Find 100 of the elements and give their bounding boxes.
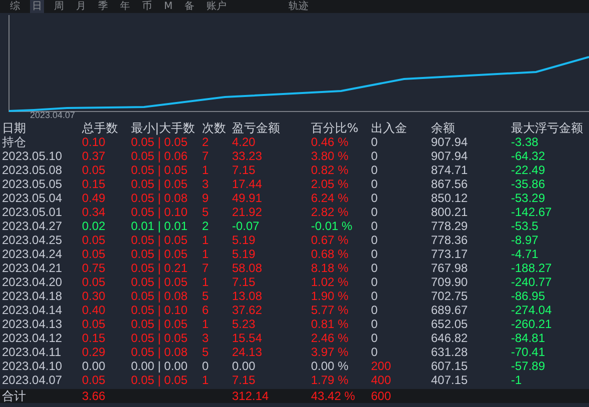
table-cell-text: 312.14	[232, 389, 270, 403]
table-cell-text: 850.12	[431, 191, 469, 205]
tab[interactable]: M	[162, 0, 175, 13]
tab[interactable]: 币	[140, 0, 154, 13]
table-cell-text: 1	[202, 317, 210, 331]
table-cell-text: 0.05 | 0.05	[131, 275, 188, 289]
table-cell-text: 1.02 %	[311, 275, 350, 289]
table-cell-text: -57.89	[511, 359, 546, 373]
column-header: 盈亏金额	[232, 121, 281, 135]
date-cell-text: 2023.04.18	[2, 289, 64, 303]
tab[interactable]: 年	[118, 0, 132, 13]
table-cell-text: 767.98	[431, 261, 469, 275]
table-cell-text: 0	[371, 247, 379, 261]
column-header: 百分比%	[311, 121, 360, 135]
table-cell-text: 6	[202, 303, 210, 317]
table-cell-text: 907.94	[431, 135, 469, 149]
table-cell-text: 1.79 %	[311, 373, 350, 387]
date-cell-text: 2023.04.21	[2, 261, 64, 275]
table-cell-text: 874.71	[431, 163, 469, 177]
table-cell-text: 3.66	[82, 389, 106, 403]
table-cell-text: -1	[511, 373, 523, 387]
table-cell-text: 4.20	[232, 135, 256, 149]
table-cell-text: 778.36	[431, 233, 469, 247]
date-cell-text: 2023.04.25	[2, 233, 64, 247]
table-cell-text: 0.15	[82, 177, 106, 191]
table-cell-text: 0.05 | 0.05	[131, 373, 188, 387]
table-cell-text: 0.05	[82, 233, 106, 247]
table-cell-text: 0	[371, 303, 379, 317]
table-cell-text: 0.81 %	[311, 317, 350, 331]
table-cell-text: 37.62	[232, 303, 264, 317]
table-cell-text: 13.08	[232, 289, 264, 303]
table-cell-text: -22.49	[511, 163, 546, 177]
table-cell-text: 0.46 %	[311, 135, 350, 149]
table-cell-text: 0	[371, 191, 379, 205]
table-cell-text: 24.13	[232, 345, 264, 359]
table-cell-text: 709.90	[431, 275, 469, 289]
table-cell-text: 0.30	[82, 289, 106, 303]
table-cell-text: 0.05 | 0.05	[131, 317, 188, 331]
tab[interactable]: 轨迹	[286, 0, 311, 13]
table-cell-text: 0.67 %	[311, 233, 350, 247]
table-cell-text: 0	[371, 289, 379, 303]
table-cell-text: 0.82 %	[311, 163, 350, 177]
table-cell-text: 0.05 | 0.05	[131, 233, 188, 247]
table-cell-text: 0.02	[82, 219, 106, 233]
table-cell-text: -3.38	[511, 135, 540, 149]
table-cell-text: 2.46 %	[311, 331, 350, 345]
table-cell-text: 407.15	[431, 373, 469, 387]
table-cell-text: 600	[371, 389, 392, 403]
table-cell-text: 0	[371, 331, 379, 345]
tab[interactable]: 周	[52, 0, 66, 13]
column-header: 出入金	[371, 121, 408, 135]
date-cell-text: 2023.05.04	[2, 191, 64, 205]
table-cell-text: 15.54	[232, 331, 264, 345]
table-cell-text: 0.05 | 0.05	[131, 163, 188, 177]
table-cell-text: 0.00	[232, 359, 256, 373]
date-cell-text: 2023.04.14	[2, 303, 64, 317]
date-cell-text: 2023.04.12	[2, 331, 64, 345]
column-header: 最大浮亏金额	[511, 121, 584, 135]
table-cell-text: 0	[202, 359, 210, 373]
table-cell-text: 3.97 %	[311, 345, 350, 359]
tab[interactable]: 季	[96, 0, 110, 13]
tab[interactable]: 备	[182, 0, 197, 13]
table-cell-text: 0.05 | 0.08	[131, 345, 188, 359]
table-cell-text: 58.08	[232, 261, 264, 275]
tab[interactable]: 账户	[204, 0, 229, 13]
date-cell-text: 2023.05.08	[2, 163, 64, 177]
table-cell-text: 0.05 | 0.06	[131, 149, 188, 163]
table-cell-text: 0.05 | 0.21	[131, 261, 188, 275]
table-cell-text: 43.42 %	[311, 389, 356, 403]
table-cell-text: 5.19	[232, 247, 256, 261]
table-cell-text: 0.05 | 0.05	[131, 247, 188, 261]
table-cell-text: 2.82 %	[311, 205, 350, 219]
date-cell-text: 2023.05.05	[2, 177, 64, 191]
table-cell-text: 200	[371, 359, 392, 373]
table-cell-text: 0	[371, 261, 379, 275]
date-cell-text: 2023.05.10	[2, 149, 64, 163]
table-cell-text: 0	[371, 177, 379, 191]
tab[interactable]: 月	[74, 0, 88, 13]
table-cell-text: 0.00 | 0.00	[131, 359, 188, 373]
column-header: 最小|大手数	[131, 121, 196, 135]
table-cell-text: -35.86	[511, 177, 546, 191]
table-cell-text: 0.37	[82, 149, 106, 163]
column-header: 总手数	[82, 121, 119, 135]
table-cell-text: 0	[371, 163, 379, 177]
tab[interactable]: 日	[30, 0, 44, 13]
table-cell-text: 1.90 %	[311, 289, 350, 303]
table-cell-text: -240.77	[511, 275, 553, 289]
table-cell-text: 0.10	[82, 135, 106, 149]
table-cell-text: 0.00 %	[311, 359, 350, 373]
table-cell-text: 773.17	[431, 247, 469, 261]
table-cell-text: -70.41	[511, 345, 546, 359]
table-cell-text: 1	[202, 275, 210, 289]
table-cell-text: 49.91	[232, 191, 264, 205]
date-cell-text: 2023.04.20	[2, 275, 64, 289]
date-cell-text: 2023.04.10	[2, 359, 64, 373]
table-cell-text: 400	[371, 373, 392, 387]
tab[interactable]: 综	[8, 0, 22, 13]
table-cell-text: 0	[371, 345, 379, 359]
table-cell-text: -8.97	[511, 233, 540, 247]
table-cell-text: 0.15	[82, 331, 106, 345]
